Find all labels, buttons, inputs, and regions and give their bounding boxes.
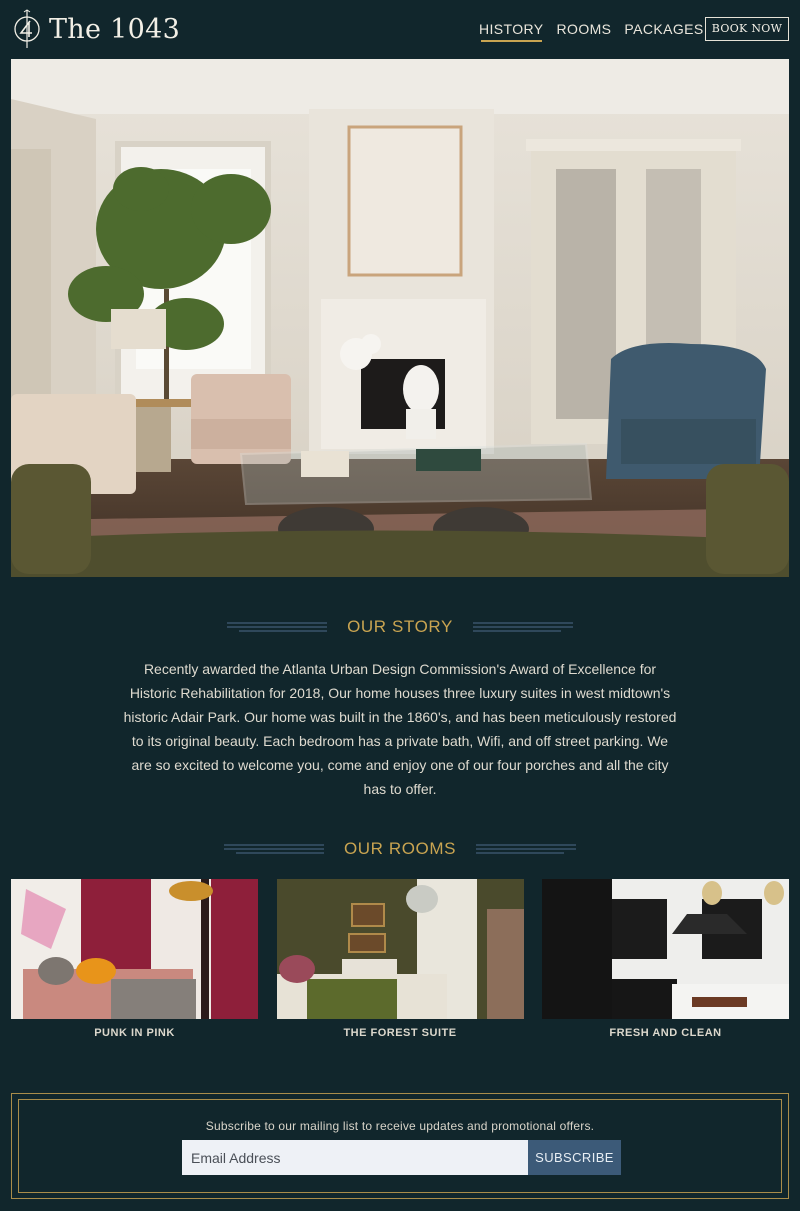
living-room-photo (11, 59, 789, 577)
nav-packages[interactable]: PACKAGES (624, 20, 703, 40)
room-name[interactable]: THE FOREST SUITE (277, 1027, 524, 1039)
room-card-fresh-and-clean[interactable]: FRESH AND CLEAN (542, 879, 789, 1039)
story-paragraph: Recently awarded the Atlanta Urban Desig… (123, 661, 677, 797)
room-photo-pink[interactable] (11, 879, 258, 1019)
rooms-heading: OUR ROOMS (0, 839, 800, 859)
site-header: The 1043 HISTORY ROOMS PACKAGES BOOK NOW (0, 0, 800, 58)
story-title: OUR STORY (347, 617, 453, 636)
room-name[interactable]: PUNK IN PINK (11, 1027, 258, 1039)
room-photo-kitchen[interactable] (542, 879, 789, 1019)
subscribe-box: Subscribe to our mailing list to receive… (11, 1093, 789, 1199)
decorative-lines-icon (476, 844, 577, 854)
brand-logo[interactable]: The 1043 (12, 9, 180, 49)
email-input[interactable] (182, 1140, 529, 1175)
brand-name: The 1043 (49, 13, 181, 45)
room-card-forest-suite[interactable]: THE FOREST SUITE (276, 879, 524, 1039)
book-now-button[interactable]: BOOK NOW (705, 17, 789, 41)
decorative-lines-icon (223, 844, 324, 854)
story-heading: OUR STORY (0, 617, 800, 637)
rooms-title: OUR ROOMS (343, 839, 457, 858)
rooms-grid: PUNK IN PINK THE FOREST SUITE FRESH AND … (11, 879, 789, 1039)
subscribe-button[interactable]: SUBSCRIBE (528, 1140, 621, 1175)
room-photo-forest[interactable] (276, 879, 524, 1019)
nav-history[interactable]: HISTORY (479, 20, 544, 42)
main-nav: HISTORY ROOMS PACKAGES (479, 20, 717, 42)
subscribe-message: Subscribe to our mailing list to receive… (205, 1119, 595, 1133)
room-card-punk-in-pink[interactable]: PUNK IN PINK (11, 879, 258, 1039)
room-name[interactable]: FRESH AND CLEAN (542, 1027, 789, 1039)
hero-image (11, 59, 789, 577)
nav-rooms[interactable]: ROOMS (557, 20, 612, 40)
decorative-lines-icon (227, 622, 328, 632)
compass-four-logo-icon (14, 9, 40, 48)
decorative-lines-icon (472, 622, 573, 632)
subscribe-inner-frame: Subscribe to our mailing list to receive… (18, 1099, 782, 1193)
